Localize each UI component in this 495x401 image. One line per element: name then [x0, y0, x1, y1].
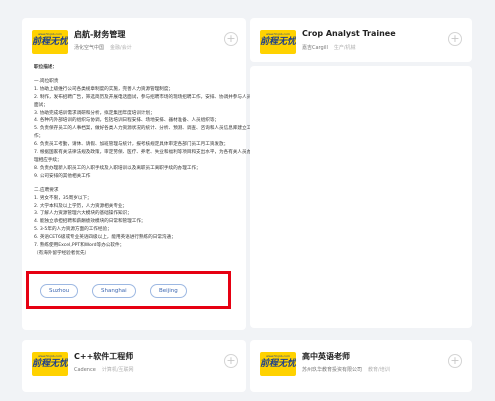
company-logo: www.51job.com 前程无忧: [260, 352, 296, 376]
job-category: 生产/机械: [333, 45, 356, 51]
add-job-button[interactable]: +: [448, 354, 462, 368]
requirement-item: 3. 了解人力资源管理六大模块的基础操作知识；: [34, 211, 132, 217]
job-title[interactable]: 高中英语老师: [302, 351, 350, 362]
add-job-button[interactable]: +: [224, 32, 238, 46]
card-header: www.51job.com 前程无忧 启航-财务管理 汤化空气中国 金融/会计 +: [22, 18, 246, 62]
requirements-section: 二.应聘要求 1. 男女不限，35周岁以下； 2. 大学本科及以上学历，人力资源…: [34, 187, 254, 258]
requirement-item: 4. 能独立承担招聘和薪酬绩效模块的日常和管理工作；: [34, 219, 146, 225]
job-card-cpp-engineer[interactable]: www.51job.com 前程无忧 C++软件工程师 Cadence 计算机/互…: [22, 340, 246, 392]
duty-item: 6. 负责员工考勤，请休、请假、加班管理与统计，报考核规定具体审定各部门员工月工…: [34, 142, 229, 148]
duty-item: 9. 公司安排的其他相关工作: [34, 173, 91, 179]
company-name: 汤化空气中国: [74, 45, 105, 51]
company-name: 苏州玖华教育投资有限公司: [302, 367, 363, 373]
duty-item: 4. 各种内外部培训的组织与协调，包括培训日程安排、场地安排、器材准备、人员组织…: [34, 118, 220, 124]
job-title[interactable]: C++软件工程师: [74, 351, 133, 362]
company-name: Cadence: [74, 367, 96, 373]
company-logo: www.51job.com 前程无忧: [32, 30, 68, 54]
job-category: 计算机/互联网: [101, 367, 134, 373]
duty-item: 1. 协助上级维行公司各类规章制度的实施，完善人力资源管理制度；: [34, 86, 174, 92]
company-name: 嘉吉Cargill: [302, 45, 328, 51]
job-title[interactable]: Crop Analyst Trainee: [302, 29, 396, 38]
requirement-item: 6. 英语CET6级或专业英语四级以上，能用英语进行熟练的日常沟通；: [34, 235, 176, 241]
requirement-item: 5. 3-5年的人力资源方面的工作经验；: [34, 227, 112, 233]
duty-item: 2. 制作，发布招聘广告，筛选简历及开展电话面试，参与招聘市场的现场招聘工作，安…: [34, 94, 252, 108]
requirements-heading: 二.应聘要求: [34, 187, 59, 193]
job-description: 职位描述： 一.岗位职责 1. 协助上级维行公司各类规章制度的实施，完善人力资源…: [34, 64, 254, 258]
requirement-item: （有海外留学经验者优先）: [34, 250, 90, 256]
logo-brand-text: 前程无忧: [32, 359, 68, 369]
responsibilities-section: 一.岗位职责 1. 协助上级维行公司各类规章制度的实施，完善人力资源管理制度； …: [34, 78, 254, 181]
job-category: 教育/培训: [368, 367, 390, 373]
duty-item: 7. 根据国家有关法律法规及政策，审定劳保、医疗、养老、失业和福利等项目和支出水…: [34, 150, 252, 163]
company-logo: www.51job.com 前程无忧: [32, 352, 68, 376]
card-header: www.51job.com 前程无忧 高中英语老师 苏州玖华教育投资有限公司 教育…: [250, 340, 472, 384]
duty-item: 8. 负责办理新入职员工的入职手续及入职培训以及离职员工离职手续的办理工作；: [34, 165, 201, 171]
description-heading: 职位描述：: [34, 65, 57, 70]
job-title[interactable]: 启航-财务管理: [74, 29, 125, 40]
card-header: www.51job.com 前程无忧 C++软件工程师 Cadence 计算机/互…: [22, 340, 246, 384]
add-job-button[interactable]: +: [448, 32, 462, 46]
company-logo: www.51job.com 前程无忧: [260, 30, 296, 54]
highlight-box: [26, 271, 231, 309]
logo-brand-text: 前程无忧: [260, 359, 296, 369]
requirement-item: 1. 男女不限，35周岁以下；: [34, 195, 92, 201]
card-header: www.51job.com 前程无忧 Crop Analyst Trainee …: [250, 18, 472, 62]
empty-card: [250, 66, 472, 328]
logo-brand-text: 前程无忧: [260, 37, 296, 47]
job-company-line: Cadence 计算机/互联网: [74, 366, 134, 373]
job-company-line: 嘉吉Cargill 生产/机械: [302, 44, 356, 51]
add-job-button[interactable]: +: [224, 354, 238, 368]
job-company-line: 汤化空气中国 金融/会计: [74, 44, 132, 51]
requirement-item: 7. 熟练使用Excel,PPT和Word等办公软件；: [34, 243, 125, 249]
job-category: 金融/会计: [110, 45, 132, 51]
responsibilities-heading: 一.岗位职责: [34, 78, 59, 84]
job-card-english-teacher[interactable]: www.51job.com 前程无忧 高中英语老师 苏州玖华教育投资有限公司 教育…: [250, 340, 472, 392]
job-card-crop-analyst[interactable]: www.51job.com 前程无忧 Crop Analyst Trainee …: [250, 18, 472, 62]
requirement-item: 2. 大学本科及以上学历，人力资源相关专业；: [34, 203, 128, 209]
duty-item: 3. 协助完成培训需求调研和分析，拟定集团年度培训计划；: [34, 110, 155, 116]
duty-item: 5. 负责保存员工的人事档案，做好各类人力资源状况的统计、分析、预测、调查、咨询…: [34, 126, 252, 140]
job-company-line: 苏州玖华教育投资有限公司 教育/培训: [302, 366, 390, 373]
logo-brand-text: 前程无忧: [32, 37, 68, 47]
